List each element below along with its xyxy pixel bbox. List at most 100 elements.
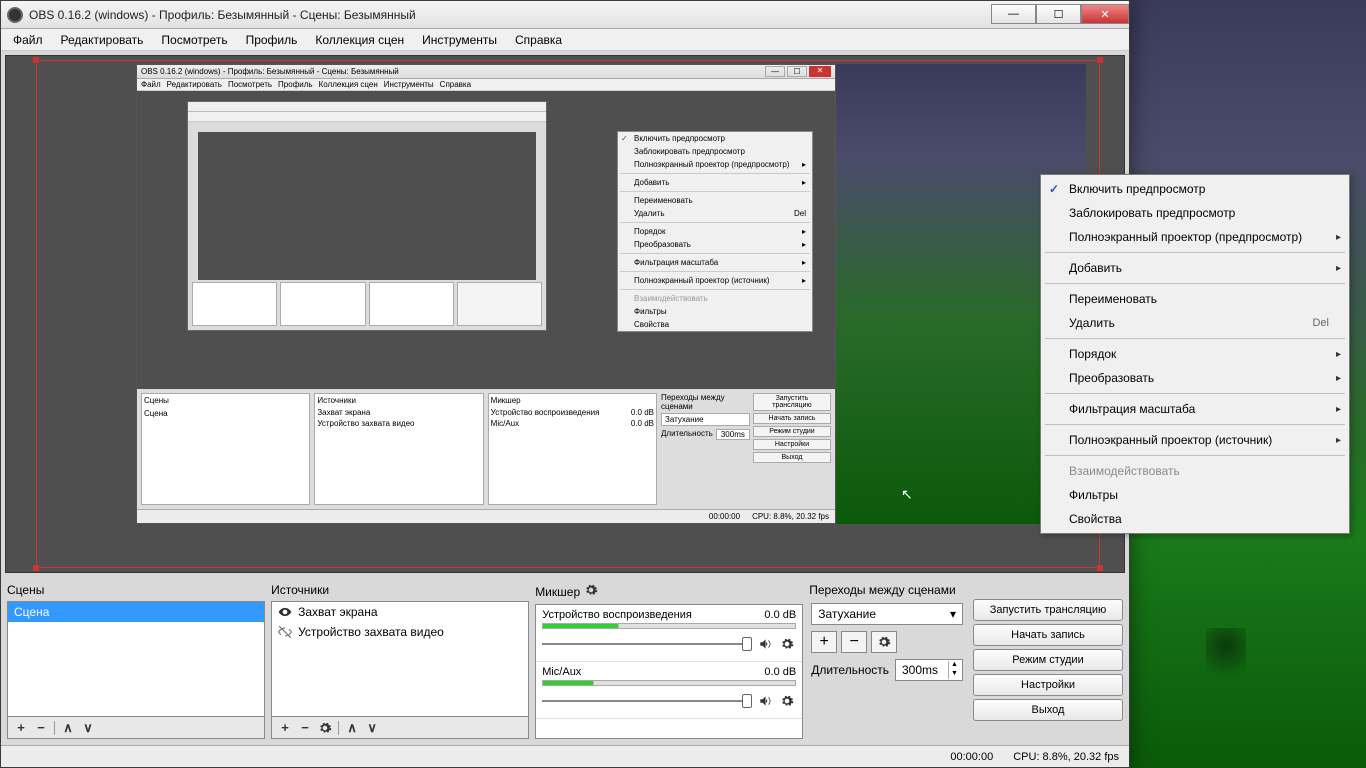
resize-handle[interactable] bbox=[1097, 565, 1103, 571]
chevron-down-icon: ▾ bbox=[950, 607, 956, 621]
move-scene-up-button[interactable]: ∧ bbox=[59, 719, 77, 737]
menu-scene-collection[interactable]: Коллекция сцен bbox=[307, 31, 412, 49]
studio-mode-button[interactable]: Режим студии bbox=[973, 649, 1123, 671]
exit-button[interactable]: Выход bbox=[973, 699, 1123, 721]
start-streaming-button[interactable]: Запустить трансляцию bbox=[973, 599, 1123, 621]
volume-slider[interactable] bbox=[542, 636, 752, 652]
ctx-separator bbox=[1045, 338, 1345, 339]
channel-settings-button[interactable] bbox=[778, 692, 796, 710]
window-controls: — ☐ ✕ bbox=[991, 5, 1129, 24]
mixer-db-value: 0.0 dB bbox=[764, 609, 796, 621]
ctx-separator bbox=[1045, 455, 1345, 456]
obs-main-window: OBS 0.16.2 (windows) - Профиль: Безымянн… bbox=[0, 0, 1130, 768]
visibility-off-icon[interactable] bbox=[278, 625, 292, 639]
control-buttons: Запустить трансляцию Начать запись Режим… bbox=[973, 581, 1123, 721]
move-scene-down-button[interactable]: ∨ bbox=[79, 719, 97, 737]
scenes-panel: Сцены Сцена + − ∧ ∨ bbox=[7, 581, 265, 739]
ctx-enable-preview[interactable]: Включить предпросмотр bbox=[1043, 177, 1347, 201]
resize-handle[interactable] bbox=[33, 57, 39, 63]
audio-meter bbox=[542, 680, 796, 686]
mixer-title: Микшер bbox=[535, 581, 803, 604]
ctx-filters[interactable]: Фильтры bbox=[1043, 483, 1347, 507]
ctx-separator bbox=[1045, 424, 1345, 425]
menu-help[interactable]: Справка bbox=[507, 31, 570, 49]
ctx-fullscreen-preview[interactable]: Полноэкранный проектор (предпросмотр) bbox=[1043, 225, 1347, 249]
source-properties-button[interactable] bbox=[316, 719, 334, 737]
mixer-channel-label: Устройство воспроизведения bbox=[542, 609, 692, 621]
volume-slider[interactable] bbox=[542, 693, 752, 709]
remove-source-button[interactable]: − bbox=[296, 719, 314, 737]
sources-list[interactable]: Захват экрана Устройство захвата видео bbox=[271, 601, 529, 717]
move-source-up-button[interactable]: ∧ bbox=[343, 719, 361, 737]
remove-transition-button[interactable]: − bbox=[841, 631, 867, 653]
ctx-delete[interactable]: УдалитьDel bbox=[1043, 311, 1347, 335]
ctx-lock-preview[interactable]: Заблокировать предпросмотр bbox=[1043, 201, 1347, 225]
scenes-title: Сцены bbox=[7, 581, 265, 601]
mixer-channel: Устройство воспроизведения 0.0 dB bbox=[536, 605, 802, 662]
ctx-properties[interactable]: Свойства bbox=[1043, 507, 1347, 531]
scene-item[interactable]: Сцена bbox=[8, 602, 264, 622]
source-label: Устройство захвата видео bbox=[298, 625, 444, 639]
mute-button[interactable] bbox=[756, 692, 774, 710]
source-item[interactable]: Устройство захвата видео bbox=[272, 622, 528, 642]
ctx-add[interactable]: Добавить bbox=[1043, 256, 1347, 280]
mixer-settings-icon[interactable] bbox=[584, 583, 598, 600]
ctx-separator bbox=[1045, 252, 1345, 253]
add-transition-button[interactable]: + bbox=[811, 631, 837, 653]
spin-down[interactable]: ▼ bbox=[948, 670, 960, 679]
channel-settings-button[interactable] bbox=[778, 635, 796, 653]
minimize-button[interactable]: — bbox=[991, 4, 1036, 24]
spin-up[interactable]: ▲ bbox=[948, 661, 960, 670]
menu-file[interactable]: Файл bbox=[5, 31, 51, 49]
resize-handle[interactable] bbox=[1097, 57, 1103, 63]
ctx-separator bbox=[1045, 393, 1345, 394]
ctx-order[interactable]: Порядок bbox=[1043, 342, 1347, 366]
ctx-rename[interactable]: Переименовать bbox=[1043, 287, 1347, 311]
menu-edit[interactable]: Редактировать bbox=[53, 31, 152, 49]
transitions-title: Переходы между сценами bbox=[809, 581, 965, 601]
settings-button[interactable]: Настройки bbox=[973, 674, 1123, 696]
transition-properties-button[interactable] bbox=[871, 631, 897, 653]
preview-context-menu: Включить предпросмотр Заблокировать пред… bbox=[1040, 174, 1350, 534]
menubar: Файл Редактировать Посмотреть Профиль Ко… bbox=[1, 29, 1129, 51]
duration-input[interactable]: 300ms ▲▼ bbox=[895, 659, 963, 681]
status-time: 00:00:00 bbox=[950, 751, 993, 763]
move-source-down-button[interactable]: ∨ bbox=[363, 719, 381, 737]
scenes-toolbar: + − ∧ ∨ bbox=[7, 717, 265, 739]
maximize-button[interactable]: ☐ bbox=[1036, 4, 1081, 24]
start-recording-button[interactable]: Начать запись bbox=[973, 624, 1123, 646]
preview-canvas[interactable]: OBS 0.16.2 (windows) - Профиль: Безымянн… bbox=[5, 55, 1125, 573]
sources-toolbar: + − ∧ ∨ bbox=[271, 717, 529, 739]
menu-profile[interactable]: Профиль bbox=[238, 31, 306, 49]
menu-tools[interactable]: Инструменты bbox=[414, 31, 505, 49]
mixer-panel: Микшер Устройство воспроизведения 0.0 dB … bbox=[535, 581, 803, 739]
add-source-button[interactable]: + bbox=[276, 719, 294, 737]
menu-view[interactable]: Посмотреть bbox=[153, 31, 235, 49]
visibility-icon[interactable] bbox=[278, 605, 292, 619]
duration-label: Длительность bbox=[811, 663, 889, 677]
resize-handle[interactable] bbox=[33, 565, 39, 571]
cursor-icon: ↖ bbox=[901, 486, 913, 503]
mixer-channel: Mic/Aux0.0 dB bbox=[536, 662, 802, 719]
ctx-transform[interactable]: Преобразовать bbox=[1043, 366, 1347, 390]
source-label: Захват экрана bbox=[298, 605, 377, 619]
sources-panel: Источники Захват экрана Устройство захва… bbox=[271, 581, 529, 739]
close-button[interactable]: ✕ bbox=[1081, 4, 1129, 24]
remove-scene-button[interactable]: − bbox=[32, 719, 50, 737]
mixer-body: Устройство воспроизведения 0.0 dB Mic/Aux… bbox=[535, 604, 803, 739]
mute-button[interactable] bbox=[756, 635, 774, 653]
scenes-list[interactable]: Сцена bbox=[7, 601, 265, 717]
ctx-scale-filtering[interactable]: Фильтрация масштаба bbox=[1043, 397, 1347, 421]
audio-meter bbox=[542, 623, 796, 629]
ctx-interact: Взаимодействовать bbox=[1043, 459, 1347, 483]
transitions-panel: Переходы между сценами Затухание▾ + − Дл… bbox=[809, 581, 965, 721]
mixer-db-value: 0.0 dB bbox=[764, 666, 796, 678]
status-cpu-fps: CPU: 8.8%, 20.32 fps bbox=[1013, 751, 1119, 763]
bottom-dock: Сцены Сцена + − ∧ ∨ Источники Захват экр… bbox=[1, 577, 1129, 745]
add-scene-button[interactable]: + bbox=[12, 719, 30, 737]
ctx-separator bbox=[1045, 283, 1345, 284]
transition-select[interactable]: Затухание▾ bbox=[811, 603, 963, 625]
source-item[interactable]: Захват экрана bbox=[272, 602, 528, 622]
ctx-fullscreen-source[interactable]: Полноэкранный проектор (источник) bbox=[1043, 428, 1347, 452]
ctx-shortcut: Del bbox=[1312, 317, 1329, 329]
